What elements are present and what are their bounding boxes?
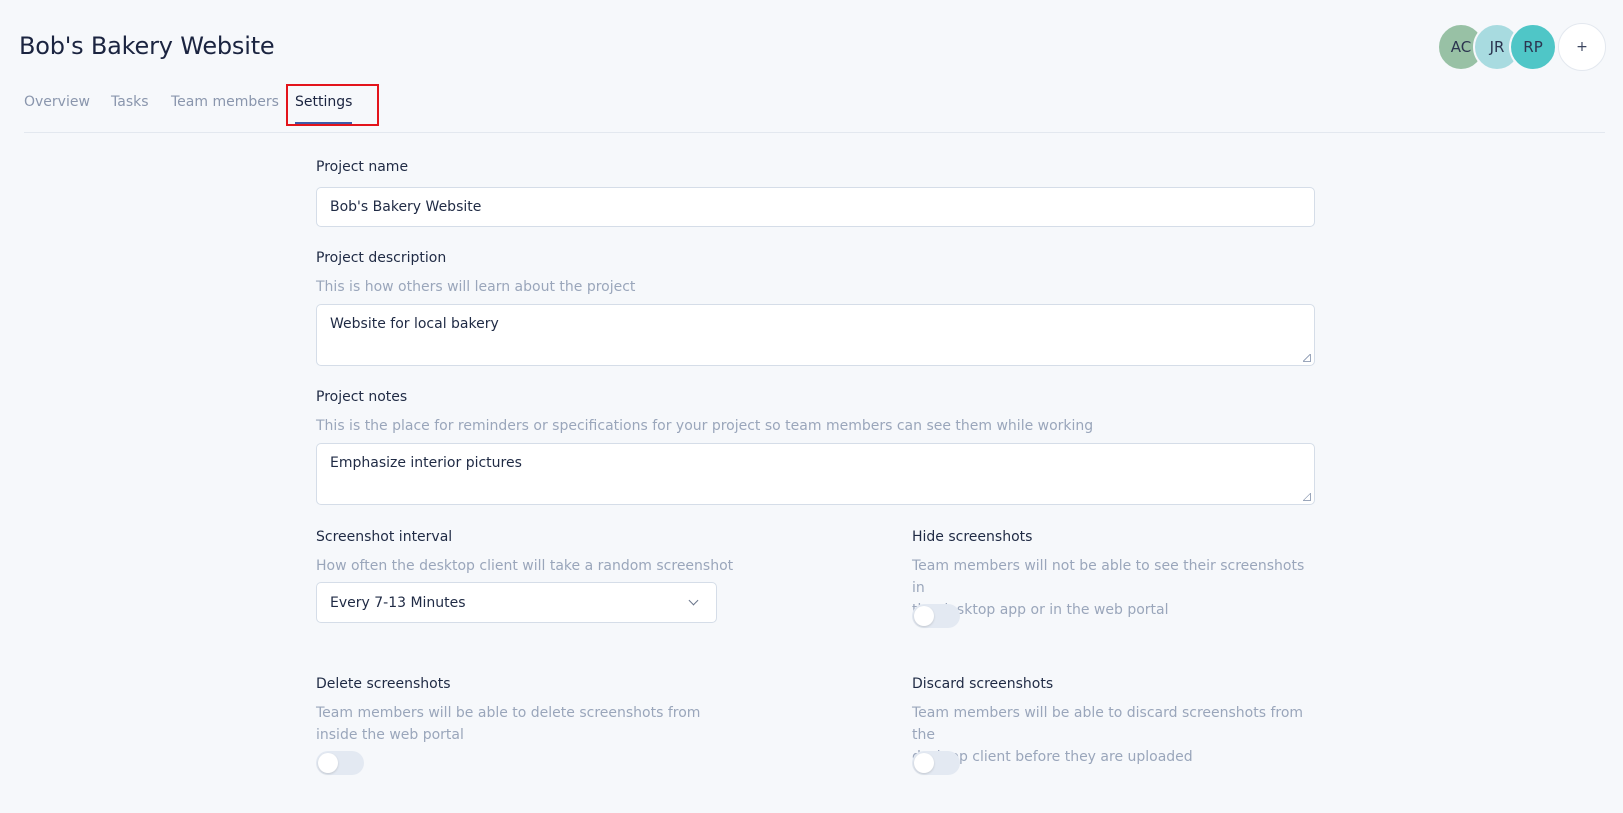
tab-tasks[interactable]: Tasks: [111, 94, 149, 122]
avatar[interactable]: RP: [1509, 23, 1557, 71]
help-line: inside the web portal: [316, 727, 464, 743]
screenshot-interval-value: Every 7-13 Minutes: [330, 594, 466, 611]
project-notes-help: This is the place for reminders or speci…: [316, 418, 1094, 434]
tab-team-members[interactable]: Team members: [171, 94, 279, 122]
help-line: Team members will be able to discard scr…: [912, 705, 1304, 743]
tab-overview[interactable]: Overview: [24, 94, 90, 122]
project-description-help: This is how others will learn about the …: [316, 279, 636, 295]
hide-screenshots-label: Hide screenshots: [912, 529, 1033, 545]
hide-screenshots-toggle[interactable]: [912, 604, 960, 628]
discard-screenshots-help: Team members will be able to discard scr…: [912, 702, 1315, 768]
project-description-label: Project description: [316, 250, 447, 266]
delete-screenshots-label: Delete screenshots: [316, 676, 451, 692]
help-line: Team members will not be able to see the…: [912, 558, 1305, 596]
project-notes-textarea[interactable]: Emphasize interior pictures: [316, 443, 1315, 505]
toggle-knob: [914, 753, 934, 773]
project-name-value: Bob's Bakery Website: [330, 199, 482, 215]
delete-screenshots-toggle[interactable]: [316, 751, 364, 775]
delete-screenshots-help: Team members will be able to delete scre…: [316, 702, 700, 746]
help-line: desktop client before they are uploaded: [912, 749, 1193, 765]
screenshot-interval-help: How often the desktop client will take a…: [316, 558, 734, 574]
toggle-knob: [914, 606, 934, 626]
project-notes-label: Project notes: [316, 389, 408, 405]
resize-handle-icon[interactable]: [1303, 354, 1311, 362]
tab-bar: Overview Tasks Team members Settings: [24, 86, 1605, 133]
hide-screenshots-help: Team members will not be able to see the…: [912, 555, 1315, 621]
add-member-button[interactable]: +: [1558, 23, 1606, 71]
project-settings-page: Bob's Bakery Website AC JR RP + Overview…: [0, 0, 1623, 813]
screenshot-interval-select[interactable]: Every 7-13 Minutes: [316, 582, 717, 623]
help-line: Team members will be able to delete scre…: [316, 705, 701, 721]
project-description-value: Website for local bakery: [330, 316, 499, 332]
project-description-textarea[interactable]: Website for local bakery: [316, 304, 1315, 366]
toggle-knob: [318, 753, 338, 773]
resize-handle-icon[interactable]: [1303, 493, 1311, 501]
discard-screenshots-toggle[interactable]: [912, 751, 960, 775]
project-name-label: Project name: [316, 159, 409, 175]
discard-screenshots-label: Discard screenshots: [912, 676, 1054, 692]
tab-settings[interactable]: Settings: [295, 94, 353, 124]
project-notes-value: Emphasize interior pictures: [330, 455, 522, 471]
project-name-input[interactable]: Bob's Bakery Website: [316, 187, 1315, 227]
page-title: Bob's Bakery Website: [19, 32, 275, 60]
chevron-down-icon: [688, 595, 699, 606]
screenshot-interval-label: Screenshot interval: [316, 529, 453, 545]
help-line: the desktop app or in the web portal: [912, 602, 1169, 618]
